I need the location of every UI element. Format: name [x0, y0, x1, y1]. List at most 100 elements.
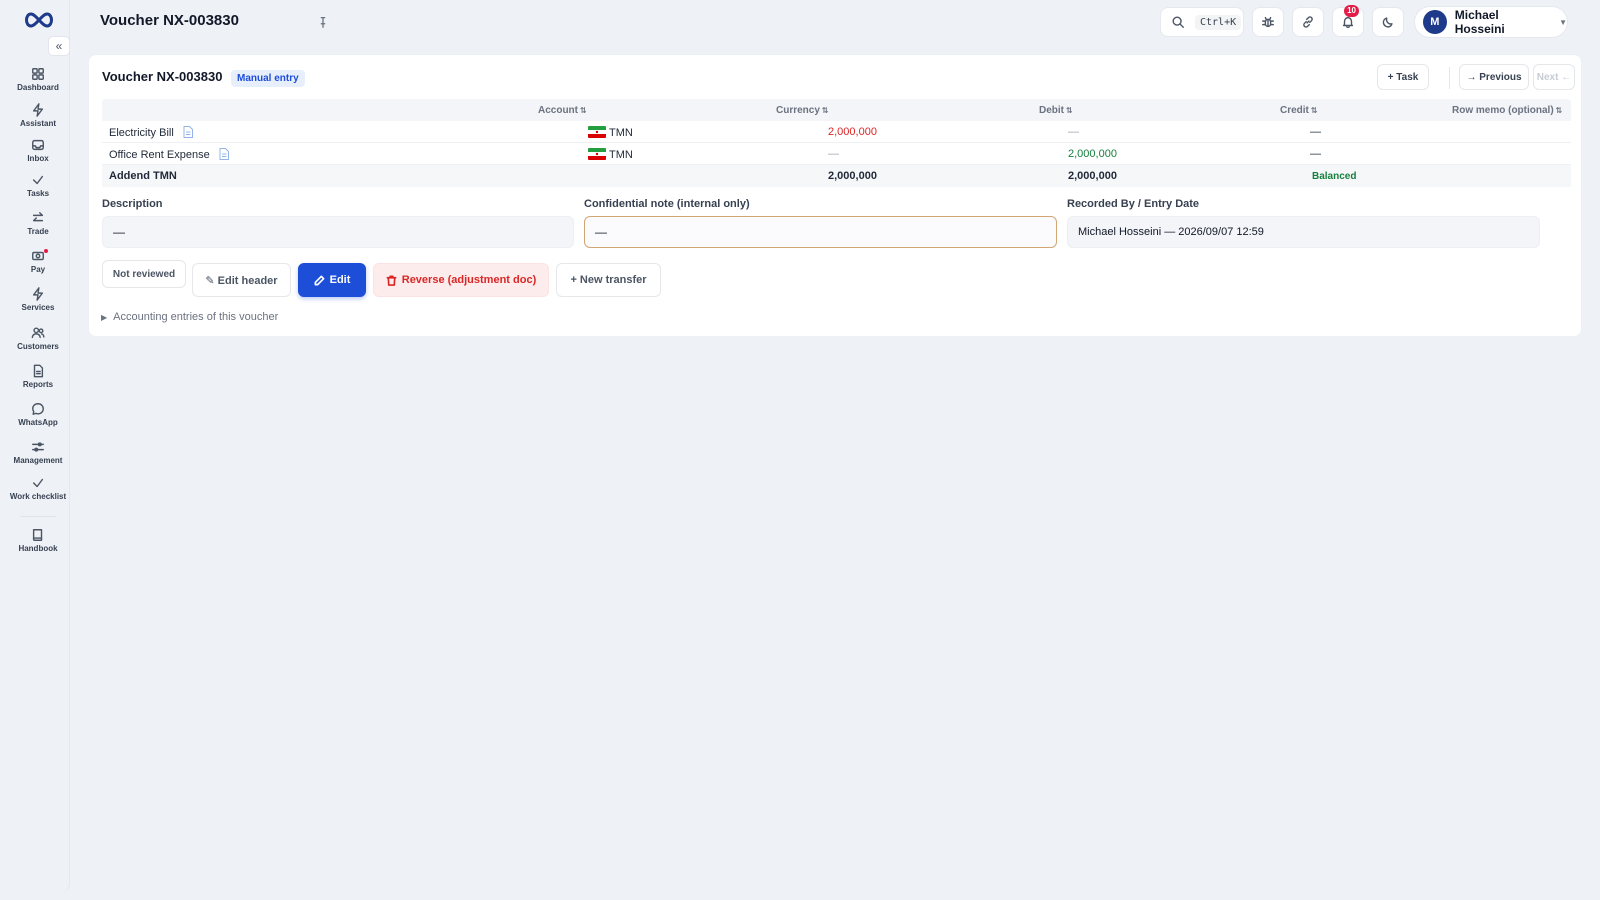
sidebar-item-dashboard[interactable]: Dashboard — [6, 67, 70, 99]
sidebar-item-label: Inbox — [27, 154, 49, 163]
account-name: Office Rent Expense — [109, 149, 210, 161]
trash-icon — [386, 275, 397, 286]
sliders-icon — [32, 442, 44, 452]
top-bar: Voucher NX-003830 Ctrl+K 10 M Michael Ho… — [70, 0, 1600, 44]
memo-cell[interactable]: — — [1310, 148, 1321, 160]
users-icon — [31, 327, 45, 339]
sort-icon: ⇅ — [821, 106, 829, 115]
swap-icon — [32, 212, 44, 222]
sidebar-divider — [20, 516, 56, 517]
table-total-row: Addend TMN 2,000,000 2,000,000 Balanced — [102, 165, 1571, 187]
sidebar-item-label: WhatsApp — [18, 418, 58, 427]
header-divider — [1449, 67, 1450, 89]
credit-cell: 2,000,000 — [1068, 148, 1117, 160]
notifications-count-badge: 10 — [1344, 5, 1359, 17]
next-button[interactable]: Next ← — [1533, 64, 1575, 90]
table-row: Office Rent Expense TMN — 2,000,000 — — [102, 143, 1571, 165]
triangle-right-icon: ▶ — [101, 313, 108, 322]
sidebar-item-label: Pay — [30, 265, 46, 274]
check-icon — [32, 478, 44, 488]
collapse-sidebar-button[interactable]: « — [48, 36, 70, 56]
copy-link-button[interactable] — [1292, 7, 1324, 37]
sort-icon: ⇅ — [580, 106, 587, 115]
reverse-button[interactable]: Reverse (adjustment doc) — [373, 263, 549, 297]
expander-label: Accounting entries of this voucher — [113, 311, 279, 323]
iran-flag-icon — [588, 148, 606, 160]
user-menu-button[interactable]: M Michael Hosseini ▼ — [1414, 6, 1568, 38]
sidebar-item-label: Dashboard — [17, 83, 59, 92]
sidebar-item-label: Tasks — [26, 189, 50, 198]
voucher-table: Account ⇅ Currency ⇅ Debit ⇅ Credit ⇅ Row me… — [102, 99, 1571, 187]
notifications-button[interactable]: 10 — [1332, 5, 1364, 37]
sidebar-item-label: Work checklist — [9, 492, 67, 501]
document-icon[interactable] — [183, 126, 193, 138]
infinity-logo-icon[interactable] — [22, 10, 56, 30]
bug-report-button[interactable] — [1252, 7, 1284, 37]
sidebar-item-inbox[interactable]: Inbox — [6, 138, 70, 170]
sidebar-item-assistant[interactable]: Assistant — [6, 103, 70, 135]
document-icon[interactable] — [219, 148, 229, 160]
add-task-button[interactable]: + Task — [1377, 64, 1429, 90]
search-button[interactable]: Ctrl+K — [1160, 7, 1244, 37]
edit-button[interactable]: Edit — [298, 263, 366, 297]
sidebar-item-label: Handbook — [18, 544, 58, 553]
review-status-badge[interactable]: Not reviewed — [102, 260, 186, 288]
sidebar-item-tasks[interactable]: Tasks — [6, 173, 70, 205]
sort-icon: ⇅ — [1310, 106, 1318, 115]
sidebar-item-label: Reports — [22, 380, 54, 389]
pin-icon[interactable] — [316, 15, 330, 29]
column-header-currency[interactable]: Currency ⇅ — [776, 105, 829, 116]
chat-icon — [32, 403, 44, 415]
edit-header-button[interactable]: ✎ Edit header — [192, 263, 291, 297]
column-header-account[interactable]: Account ⇅ — [538, 105, 587, 116]
description-field[interactable]: — — [102, 216, 574, 248]
check-icon — [32, 175, 44, 185]
sort-icon: ⇅ — [1555, 106, 1563, 115]
sidebar-item-services[interactable]: Services — [6, 287, 70, 319]
page-title: Voucher NX-003830 — [100, 12, 239, 29]
sidebar-item-customers[interactable]: Customers — [6, 326, 70, 358]
total-label: Addend TMN — [109, 170, 177, 182]
pencil-icon — [314, 275, 325, 285]
previous-button[interactable]: → Previous — [1459, 64, 1529, 90]
chevron-down-icon: ▼ — [1559, 17, 1567, 27]
new-transfer-button[interactable]: + New transfer — [556, 263, 661, 297]
account-cell: Electricity Bill — [109, 126, 193, 139]
bolt-icon — [32, 287, 44, 301]
column-header-credit[interactable]: Credit ⇅ — [1280, 105, 1318, 116]
sidebar-item-handbook[interactable]: Handbook — [6, 528, 70, 560]
balance-status: Balanced — [1312, 171, 1357, 182]
cash-icon — [32, 251, 44, 261]
dark-mode-toggle[interactable] — [1372, 7, 1404, 37]
sidebar-item-whatsapp[interactable]: WhatsApp — [6, 402, 70, 434]
column-header-memo[interactable]: Row memo (optional) ⇅ — [1452, 105, 1562, 116]
book-icon — [32, 529, 43, 541]
memo-cell[interactable]: — — [1310, 126, 1321, 138]
edit-button-label: Edit — [329, 274, 351, 286]
confidential-note-field[interactable]: — — [584, 216, 1057, 248]
sidebar-item-work-checklist[interactable]: Work checklist — [6, 476, 70, 508]
currency-cell: TMN — [588, 148, 633, 161]
sidebar-item-label: Assistant — [19, 119, 56, 128]
voucher-type-badge: Manual entry — [231, 70, 305, 87]
report-icon — [33, 364, 44, 378]
sidebar-item-pay[interactable]: Pay — [6, 249, 70, 281]
column-label: Debit — [1039, 105, 1064, 116]
notification-dot — [44, 249, 48, 253]
sidebar-item-reports[interactable]: Reports — [6, 364, 70, 396]
recorded-by-label: Recorded By / Entry Date — [1067, 198, 1200, 210]
iran-flag-icon — [588, 126, 606, 138]
debit-cell: 2,000,000 — [828, 126, 877, 138]
sort-icon: ⇅ — [1066, 106, 1073, 115]
column-label: Account — [538, 105, 578, 116]
moon-icon — [1382, 17, 1393, 28]
search-icon — [1172, 16, 1184, 28]
sidebar-item-trade[interactable]: Trade — [6, 211, 70, 243]
bug-icon — [1262, 16, 1274, 28]
credit-cell: — — [1068, 126, 1079, 138]
sidebar-item-management[interactable]: Management — [6, 440, 70, 472]
column-header-debit[interactable]: Debit ⇅ — [1039, 105, 1073, 116]
total-credit: 2,000,000 — [1068, 170, 1117, 182]
avatar: M — [1423, 10, 1447, 34]
accounting-entries-expander[interactable]: ▶ Accounting entries of this voucher — [101, 311, 278, 323]
